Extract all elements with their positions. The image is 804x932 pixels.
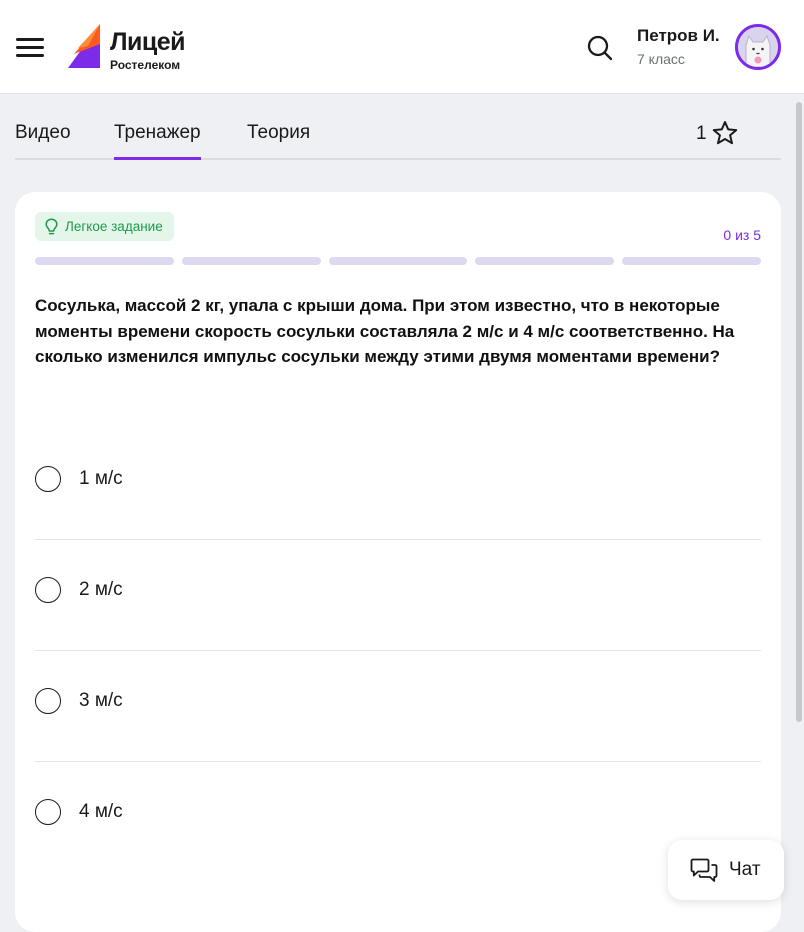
answer-option-2[interactable]: 2 м/с [35, 539, 761, 651]
tab-trainer[interactable]: Тренажер [114, 122, 201, 160]
answer-option-4[interactable]: 4 м/с [35, 761, 761, 872]
answer-label: 2 м/с [79, 579, 123, 600]
menu-icon[interactable] [16, 36, 44, 58]
rating-count: 1 [696, 123, 707, 144]
progress-segment [622, 257, 761, 265]
task-card: Легкое задание 0 из 5 Сосулька, массой 2… [15, 192, 781, 932]
logo-subtitle: Ростелеком [110, 58, 181, 72]
answer-option-3[interactable]: 3 м/с [35, 650, 761, 762]
progress-segment [35, 257, 174, 265]
answer-label: 3 м/с [79, 690, 123, 711]
lesson-tabs: Видео Тренажер Теория 1 [15, 110, 781, 160]
chat-bubbles-icon [690, 858, 718, 882]
top-header: Лицей Ростелеком Петров И. 7 класс [0, 0, 804, 94]
search-icon[interactable] [586, 34, 614, 62]
scrollbar-thumb[interactable] [796, 102, 802, 722]
tab-theory[interactable]: Теория [247, 122, 310, 144]
radio-button[interactable] [35, 466, 61, 492]
radio-button[interactable] [35, 799, 61, 825]
progress-counter: 0 из 5 [723, 227, 761, 243]
difficulty-badge: Легкое задание [35, 212, 174, 241]
chat-button[interactable]: Чат [668, 840, 784, 900]
radio-button[interactable] [35, 688, 61, 714]
answer-option-1[interactable]: 1 м/с [35, 428, 761, 540]
progress-segment [328, 257, 468, 265]
user-class: 7 класс [637, 51, 685, 67]
page-scrollbar[interactable] [793, 94, 804, 912]
user-name[interactable]: Петров И. [637, 26, 720, 46]
lightbulb-icon [45, 218, 58, 235]
logo[interactable]: Лицей Ростелеком [66, 24, 196, 72]
progress-bar [35, 257, 761, 265]
answer-label: 4 м/с [79, 801, 123, 822]
chat-label: Чат [729, 859, 761, 880]
logo-title: Лицей [110, 28, 186, 56]
tab-video[interactable]: Видео [15, 122, 71, 144]
progress-segment [475, 257, 615, 265]
logo-mark-icon [68, 24, 100, 68]
star-outline-icon [712, 121, 738, 145]
radio-button[interactable] [35, 577, 61, 603]
cat-avatar-icon [738, 27, 778, 67]
progress-segment [181, 257, 321, 265]
question-text: Сосулька, массой 2 кг, упала с крыши дом… [35, 296, 735, 366]
avatar[interactable] [735, 24, 781, 70]
answer-label: 1 м/с [79, 468, 123, 489]
difficulty-label: Легкое задание [65, 219, 163, 234]
